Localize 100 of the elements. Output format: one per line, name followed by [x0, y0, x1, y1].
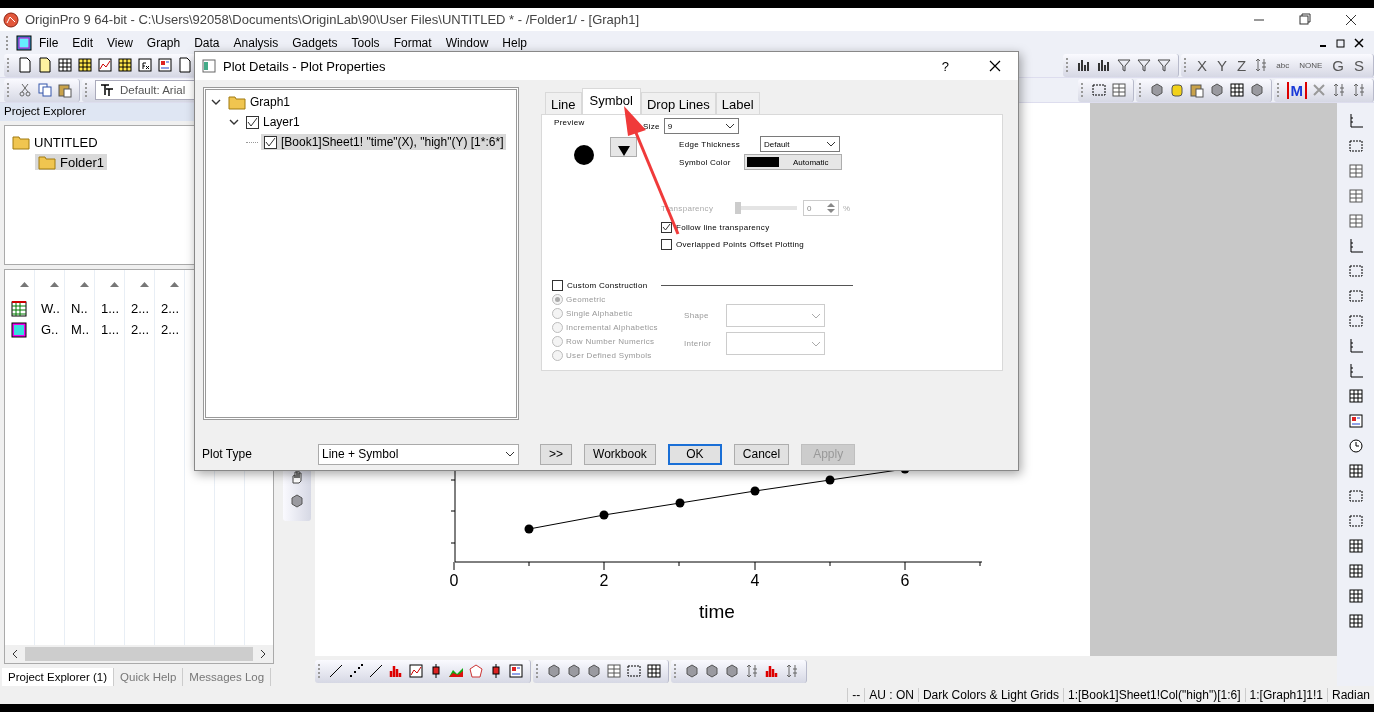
- dialog-button[interactable]: Cancel: [733, 443, 790, 465]
- frame-icon[interactable]: [1090, 82, 1107, 98]
- cube-icon[interactable]: [546, 663, 562, 679]
- axis-icon[interactable]: [1347, 338, 1364, 354]
- arrows-icon[interactable]: [784, 663, 800, 679]
- tab[interactable]: Label: [715, 92, 760, 114]
- table-icon[interactable]: [77, 57, 93, 73]
- axis-icon[interactable]: [1347, 238, 1364, 254]
- letter-button[interactable]: S: [1351, 56, 1367, 74]
- dialog-button[interactable]: OK: [667, 443, 722, 465]
- checkbox[interactable]: [246, 115, 259, 129]
- cube-icon[interactable]: [724, 663, 740, 679]
- plot-type-dropdown[interactable]: Line + Symbol: [318, 443, 519, 465]
- table-icon[interactable]: [1347, 613, 1364, 629]
- checkbox[interactable]: [552, 280, 563, 291]
- scroll-thumb[interactable]: [25, 647, 253, 661]
- chart-icon[interactable]: [408, 663, 424, 679]
- sort-icon[interactable]: [19, 281, 29, 287]
- funnel-icon[interactable]: [1136, 57, 1153, 73]
- dialog-button[interactable]: Workbook: [584, 443, 656, 465]
- cube-icon[interactable]: [1208, 82, 1225, 98]
- cube-icon[interactable]: [684, 663, 700, 679]
- table-icon[interactable]: [57, 57, 73, 73]
- menu-item[interactable]: File: [32, 36, 66, 50]
- menu-item[interactable]: Data: [187, 36, 227, 50]
- document-icon[interactable]: [177, 57, 193, 73]
- layout-icon[interactable]: [508, 663, 524, 679]
- cube-icon[interactable]: [288, 493, 305, 509]
- graph-icon[interactable]: [11, 321, 27, 338]
- font-dropdown[interactable]: Default: Arial: [95, 80, 195, 100]
- frame-icon[interactable]: [1347, 138, 1364, 154]
- dotted-line-icon[interactable]: [348, 663, 364, 679]
- axis-button[interactable]: Y: [1214, 56, 1231, 74]
- size-dropdown[interactable]: 9: [663, 118, 739, 134]
- grid-icon[interactable]: [606, 663, 622, 679]
- document-icon[interactable]: [37, 57, 53, 73]
- clock-icon[interactable]: [1347, 438, 1364, 454]
- sort-icon[interactable]: [139, 281, 149, 287]
- cylinder-icon[interactable]: [1168, 82, 1185, 98]
- arrows-icon[interactable]: [1331, 82, 1347, 98]
- color-button[interactable]: Automatic: [744, 154, 842, 170]
- arrows-icon[interactable]: [744, 663, 760, 679]
- label-button[interactable]: NONE: [1296, 60, 1326, 70]
- tree-item[interactable]: [Book1]Sheet1! "time"(X), "high"(Y) [1*:6*]: [261, 134, 507, 150]
- paste-icon[interactable]: [57, 82, 73, 98]
- checkbox[interactable]: [661, 239, 672, 250]
- table-icon[interactable]: [1347, 388, 1364, 404]
- frame-icon[interactable]: [1347, 313, 1364, 329]
- grid-icon[interactable]: [1347, 163, 1364, 179]
- frame-icon[interactable]: [1347, 513, 1364, 529]
- table-icon[interactable]: [1347, 588, 1364, 604]
- layout-icon[interactable]: [157, 57, 173, 73]
- funnel-icon[interactable]: [1116, 57, 1133, 73]
- checkbox[interactable]: [264, 135, 277, 149]
- letter-button[interactable]: G: [1329, 56, 1347, 74]
- axis-button[interactable]: Z: [1234, 56, 1250, 74]
- menu-item[interactable]: Window: [438, 36, 496, 50]
- scissors-icon[interactable]: [17, 82, 33, 98]
- sort-icon[interactable]: [109, 281, 119, 287]
- table-icon[interactable]: [1347, 538, 1364, 554]
- menu-item[interactable]: Graph: [139, 36, 188, 50]
- cube-icon[interactable]: [1248, 82, 1265, 98]
- mask-button[interactable]: M: [1286, 81, 1307, 99]
- document-icon[interactable]: [17, 57, 33, 73]
- polygon-icon[interactable]: [468, 663, 484, 679]
- menu-item[interactable]: Edit: [65, 36, 101, 50]
- menu-item[interactable]: Gadgets: [285, 36, 345, 50]
- function-icon[interactable]: [137, 57, 153, 73]
- frame-icon[interactable]: [1347, 288, 1364, 304]
- frame-icon[interactable]: [1347, 263, 1364, 279]
- axis-button[interactable]: X: [1194, 56, 1211, 74]
- table-icon[interactable]: [1228, 82, 1245, 98]
- label-button[interactable]: abc: [1273, 60, 1293, 70]
- grid-icon[interactable]: [1347, 213, 1364, 229]
- cube-icon[interactable]: [566, 663, 582, 679]
- table-icon[interactable]: [1347, 563, 1364, 579]
- menu-item[interactable]: Analysis: [226, 36, 286, 50]
- axis-icon[interactable]: [1347, 113, 1364, 129]
- cube-icon[interactable]: [1148, 82, 1165, 98]
- paste-icon[interactable]: [1188, 82, 1205, 98]
- close-icon[interactable]: [988, 59, 1002, 73]
- tree-item[interactable]: Folder1: [35, 154, 108, 170]
- grid-icon[interactable]: [1347, 188, 1364, 204]
- frame-icon[interactable]: [1347, 488, 1364, 504]
- menu-item[interactable]: View: [100, 36, 140, 50]
- chart-icon[interactable]: [97, 57, 113, 73]
- panel-tab[interactable]: Project Explorer (1): [2, 668, 115, 686]
- edge-thickness-dropdown[interactable]: Default: [760, 136, 840, 152]
- tree-item[interactable]: UNTITLED: [9, 134, 101, 150]
- copy-icon[interactable]: [37, 82, 53, 98]
- line-icon[interactable]: [328, 663, 344, 679]
- grid-icon[interactable]: [1110, 82, 1127, 98]
- restore-icon[interactable]: [1334, 36, 1348, 50]
- symbol-picker-button[interactable]: [610, 137, 637, 157]
- cube-icon[interactable]: [586, 663, 602, 679]
- funnel-icon[interactable]: [1156, 57, 1173, 73]
- table-icon[interactable]: [117, 57, 133, 73]
- frame-icon[interactable]: [626, 663, 642, 679]
- graph-window-icon[interactable]: [16, 35, 32, 51]
- horizontal-scrollbar[interactable]: [5, 645, 273, 663]
